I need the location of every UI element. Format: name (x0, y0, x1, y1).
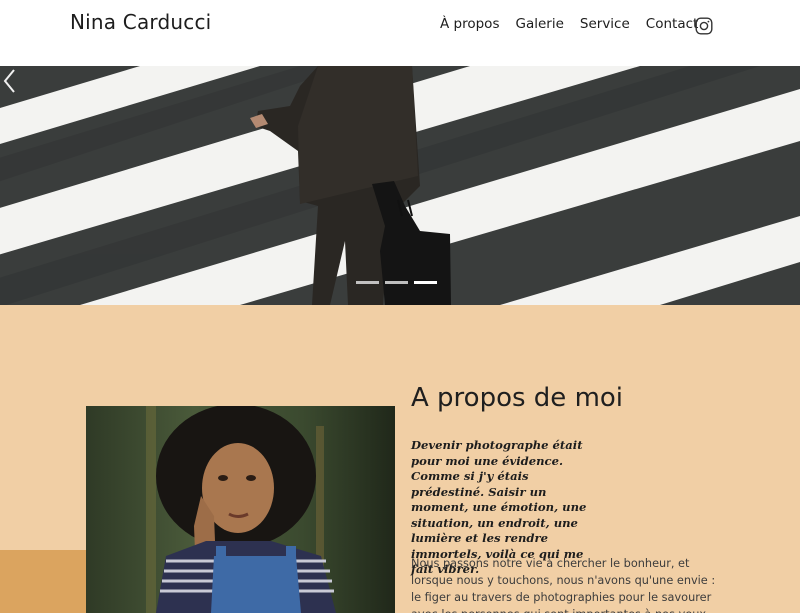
portrait-photo (86, 406, 395, 613)
accent-block (0, 550, 86, 613)
about-section: A propos de moi Devenir photographe étai… (0, 305, 800, 613)
carousel-indicator-2[interactable] (385, 281, 408, 284)
about-text: Nous passons notre vie à chercher le bon… (411, 557, 716, 613)
carousel-indicator-3[interactable] (414, 281, 437, 284)
nav-item-a-propos[interactable]: À propos (440, 16, 499, 32)
brand-name[interactable]: Nina Carducci (70, 10, 211, 34)
hero-carousel (0, 66, 800, 305)
site-header: Nina Carducci À propos Galerie Service C… (0, 0, 800, 66)
nav-item-service[interactable]: Service (580, 16, 630, 32)
main-nav: À propos Galerie Service Contact (440, 16, 713, 35)
carousel-indicators (356, 281, 437, 284)
instagram-icon[interactable] (695, 17, 713, 35)
hero-image (0, 66, 800, 305)
nav-item-contact[interactable]: Contact (646, 16, 699, 32)
carousel-indicator-1[interactable] (356, 281, 379, 284)
about-title: A propos de moi (411, 383, 624, 413)
nav-item-galerie[interactable]: Galerie (515, 16, 563, 32)
chevron-left-icon[interactable] (0, 66, 20, 96)
